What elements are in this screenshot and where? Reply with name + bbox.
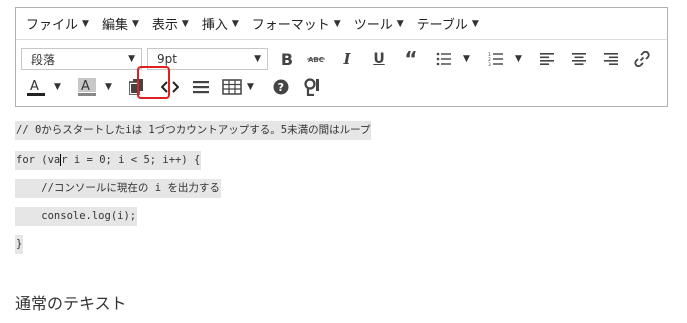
font-size-select-value: 9pt [157, 52, 177, 66]
rich-text-editor: ファイル ▼ 編集 ▼ 表示 ▼ 挿入 ▼ フォーマット ▼ ツール ▼ テーブル ▼ 段落 … [15, 7, 668, 107]
horizontal-rule-icon[interactable] [190, 74, 212, 100]
numbered-list-icon[interactable]: 123 [485, 46, 507, 72]
bold-icon[interactable]: B [276, 46, 298, 72]
format-select[interactable]: 段落 ▼ [21, 48, 142, 70]
svg-text:A: A [81, 79, 90, 94]
menu-edit[interactable]: 編集 ▼ [96, 14, 146, 33]
code-text: //コンソールに現在の i を出力する [16, 182, 220, 194]
toolbar-row-1: 段落 ▼ 9pt ▼ B ABC I U “ ▼ 123 ▼ [16, 40, 667, 72]
menubar: ファイル ▼ 編集 ▼ 表示 ▼ 挿入 ▼ フォーマット ▼ ツール ▼ テーブル ▼ [16, 8, 667, 40]
align-center-icon[interactable] [568, 46, 590, 72]
code-console-line: console.log(i); [15, 207, 138, 226]
menu-insert-label: 挿入 [201, 18, 228, 33]
toolbar-row-2: A ▼ A ▼ ▼ ? [16, 72, 667, 104]
menu-tools-label: ツール [353, 18, 393, 33]
menu-insert[interactable]: 挿入 ▼ [196, 14, 246, 33]
code-button-highlight [137, 66, 170, 99]
help-icon[interactable]: ? [270, 74, 292, 100]
chevron-down-icon: ▼ [231, 18, 239, 29]
text-color-icon[interactable]: A [24, 74, 48, 100]
svg-text:ABC: ABC [308, 56, 324, 64]
code-text: // 0からスタートしたiは 1づつカウントアップする。5未満の間はループ [16, 124, 371, 136]
code-close-brace-line: } [15, 235, 24, 254]
format-select-value: 段落 [31, 52, 56, 67]
background-color-icon[interactable]: A [75, 74, 99, 100]
align-right-icon[interactable] [600, 46, 622, 72]
chevron-down-icon[interactable]: ▼ [105, 82, 112, 92]
chevron-down-icon: ▼ [333, 18, 341, 29]
normal-paragraph: 通常のテキスト [15, 294, 127, 313]
chevron-down-icon: ▼ [254, 54, 261, 64]
menu-tools[interactable]: ツール ▼ [348, 14, 411, 33]
special-chars-icon[interactable] [302, 74, 324, 100]
chevron-down-icon[interactable]: ▼ [463, 54, 470, 64]
chevron-down-icon: ▼ [181, 18, 189, 29]
align-left-icon[interactable] [536, 46, 558, 72]
svg-text:3: 3 [488, 62, 491, 66]
menu-view-label: 表示 [151, 18, 178, 33]
chevron-down-icon: ▼ [471, 18, 479, 29]
menu-view[interactable]: 表示 ▼ [146, 14, 196, 33]
menu-table[interactable]: テーブル ▼ [411, 14, 486, 33]
menu-format[interactable]: フォーマット ▼ [246, 14, 348, 33]
menu-file-label: ファイル [26, 18, 79, 33]
code-text: r i = 0; i < 5; i++) { [61, 154, 201, 166]
chevron-down-icon[interactable]: ▼ [515, 54, 522, 64]
chevron-down-icon[interactable]: ▼ [247, 82, 254, 92]
chevron-down-icon: ▼ [131, 18, 139, 29]
svg-text:?: ? [278, 81, 284, 94]
italic-icon[interactable]: I [336, 46, 358, 72]
blockquote-icon[interactable]: “ [400, 46, 422, 72]
menu-file[interactable]: ファイル ▼ [20, 14, 96, 33]
link-icon[interactable] [631, 46, 653, 72]
code-text: console.log(i); [16, 210, 137, 222]
chevron-down-icon: ▼ [396, 18, 404, 29]
chevron-down-icon: ▼ [82, 18, 89, 29]
chevron-down-icon[interactable]: ▼ [54, 82, 61, 92]
code-text: for (va [16, 154, 61, 166]
menu-table-label: テーブル [416, 18, 468, 33]
strikethrough-icon[interactable]: ABC [305, 46, 327, 72]
bullet-list-icon[interactable] [433, 46, 455, 72]
chevron-down-icon: ▼ [128, 54, 135, 64]
menu-edit-label: 編集 [101, 18, 128, 33]
menu-format-label: フォーマット [251, 18, 330, 33]
code-for-line: for (var i = 0; i < 5; i++) { [15, 151, 202, 170]
code-comment-line: // 0からスタートしたiは 1づつカウントアップする。5未満の間はループ [15, 121, 372, 140]
code-text: } [16, 238, 23, 250]
code-inner-comment-line: //コンソールに現在の i を出力する [15, 179, 221, 198]
table-icon[interactable] [220, 74, 244, 100]
underline-icon[interactable]: U [368, 46, 390, 72]
svg-text:A: A [30, 79, 39, 94]
